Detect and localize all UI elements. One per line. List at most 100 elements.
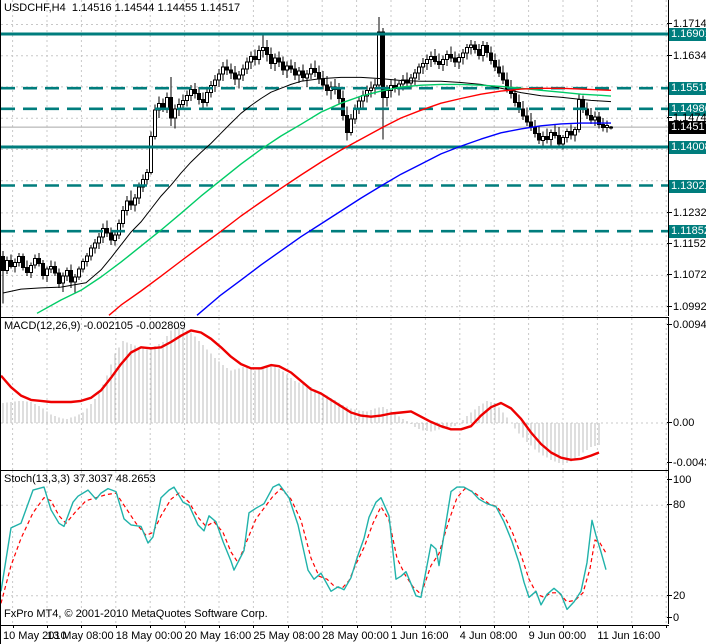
candle-body — [429, 56, 433, 60]
candle-body — [197, 92, 201, 101]
chart-title-ohlc: USDCHF,H4 1.14516 1.14544 1.14455 1.1451… — [4, 2, 241, 14]
macd-axis-label: 0.00941 — [673, 319, 706, 331]
candle-body — [521, 108, 525, 117]
macd-chart-canvas[interactable] — [1, 318, 669, 470]
candle-body — [485, 45, 489, 54]
candle-body — [189, 89, 193, 97]
candle-body — [413, 72, 417, 79]
candle-body — [593, 116, 597, 121]
candle-body — [465, 47, 469, 54]
axis-tick — [667, 462, 672, 463]
candle-body — [73, 276, 77, 283]
candle-body — [5, 260, 9, 271]
candle-body — [417, 66, 421, 74]
candle-body — [293, 68, 297, 76]
candle-body — [77, 268, 81, 278]
time-axis-tick — [253, 625, 255, 628]
candle-body — [569, 131, 573, 136]
time-axis-tick — [356, 625, 358, 628]
candle-body — [353, 108, 357, 120]
main-price-panel[interactable]: USDCHF,H4 1.14516 1.14544 1.14455 1.1451… — [1, 0, 706, 317]
time-axis-tick — [528, 625, 530, 628]
price-axis-label: 1.13021 — [669, 180, 706, 193]
candle-body — [341, 98, 345, 116]
candle-body — [53, 265, 57, 274]
candle-body — [273, 57, 277, 64]
time-axis-label: 28 May 00:00 — [322, 630, 389, 642]
price-axis-label: 1.09920 — [673, 301, 706, 313]
candle-body — [245, 61, 249, 70]
candle-body — [317, 71, 321, 80]
candle-body — [309, 67, 313, 75]
candle-body — [321, 78, 325, 86]
time-axis-tick — [631, 625, 633, 628]
candle-body — [377, 31, 381, 86]
price-axis-label: 1.15513 — [669, 82, 706, 95]
candle-body — [237, 74, 241, 80]
candle-body — [49, 265, 53, 270]
time-axis-tick — [47, 625, 48, 628]
axis-tick — [667, 117, 672, 118]
candle-body — [549, 132, 553, 140]
axis-tick — [667, 212, 672, 213]
time-axis[interactable]: 10 May 2010 13 May 08:00 18 May 00:00 20 Ma… — [1, 625, 706, 644]
candle-body — [269, 53, 273, 64]
time-axis-tick — [597, 625, 599, 628]
candle-body — [281, 61, 285, 71]
candle-body — [185, 95, 189, 101]
candle-body — [169, 96, 173, 119]
candle-body — [81, 260, 85, 270]
axis-tick — [667, 595, 672, 596]
candle-body — [441, 58, 445, 66]
stochastic-chart-canvas[interactable] — [1, 471, 669, 625]
candle-body — [117, 223, 121, 236]
time-axis-tick — [425, 625, 427, 628]
price-chart-canvas[interactable] — [1, 0, 669, 317]
candle-body — [101, 228, 105, 238]
stochastic-label: Stoch(13,3,3) 37.3037 48.2653 — [4, 473, 156, 485]
candle-body — [261, 47, 265, 51]
ma-green — [36, 83, 612, 314]
candle-body — [589, 114, 593, 121]
stochastic-indicator-panel[interactable]: Stoch(13,3,3) 37.3037 48.2653 FxPro MT4,… — [1, 471, 706, 625]
axis-tick — [667, 504, 672, 505]
time-axis-tick — [563, 625, 564, 628]
candle-body — [89, 247, 93, 257]
candle-body — [573, 129, 577, 136]
candle-body — [25, 267, 29, 273]
mt4-chart-window: USDCHF,H4 1.14516 1.14544 1.14455 1.1451… — [0, 0, 706, 644]
candle-body — [557, 135, 561, 145]
candle-body — [337, 89, 341, 99]
axis-tick — [667, 243, 672, 244]
candle-body — [477, 49, 481, 56]
axis-tick — [667, 422, 672, 423]
price-axis-label: 1.12320 — [673, 207, 706, 219]
candle-body — [285, 65, 289, 71]
time-axis-tick — [322, 625, 324, 628]
candle-body — [201, 99, 205, 103]
candle-body — [605, 124, 609, 129]
candle-body — [609, 126, 613, 129]
macd-indicator-panel[interactable]: MACD(12,26,9) -0.002105 -0.002809 — [1, 318, 706, 470]
stoch-k-line — [1, 483, 607, 611]
time-axis-tick — [150, 625, 152, 628]
time-axis-tick — [219, 625, 220, 628]
candle-body — [473, 44, 477, 51]
price-axis[interactable]: 1.171451.169011.163451.155131.149861.147… — [667, 0, 706, 625]
candle-body — [289, 65, 293, 70]
candle-body — [461, 52, 465, 58]
candle-body — [525, 115, 529, 123]
time-axis-tick — [459, 625, 461, 628]
candle-body — [561, 137, 565, 145]
candle-body — [145, 172, 149, 180]
candle-body — [129, 200, 133, 206]
time-axis-tick — [287, 625, 289, 628]
time-axis-label: 20 May 16:00 — [184, 630, 252, 642]
price-axis-label: 1.14008 — [669, 141, 706, 154]
candle-body — [33, 258, 37, 266]
copyright-text: FxPro MT4, © 2001-2010 MetaQuotes Softwa… — [4, 608, 268, 620]
axis-tick — [667, 306, 672, 307]
time-axis-tick — [184, 625, 186, 628]
time-axis-label: 18 May 00:00 — [115, 630, 183, 642]
stoch-axis-label: 0 — [673, 612, 680, 624]
